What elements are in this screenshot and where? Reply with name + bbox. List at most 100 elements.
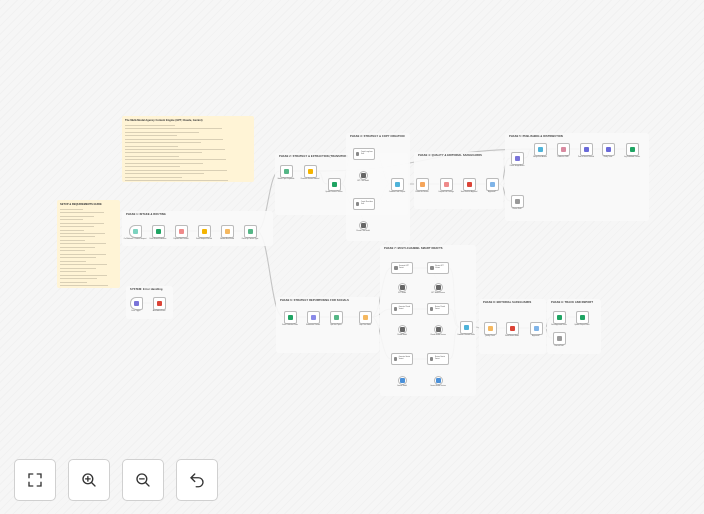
node-s3[interactable] [397,324,407,334]
node-label: Claude Chat Model [356,231,370,232]
workflow-canvas[interactable]: PHASE 1: INTAKE & ROUTING PHASE 2: STRATE… [0,0,704,514]
node-n3[interactable] [174,224,188,238]
node-n17[interactable] [462,177,476,191]
sheets-icon [331,181,337,187]
sticky-line [125,138,224,140]
node-n2[interactable] [151,224,165,238]
group-title: PHASE 8: EDITORIAL SAFEGUARDS [483,301,532,304]
node-s4[interactable] [433,324,443,334]
node-n23[interactable] [579,142,593,156]
edit-icon [514,198,520,204]
node-label: Log Published Content [623,157,641,158]
node-p3[interactable] [329,310,343,324]
node-n4[interactable] [197,224,211,238]
node-q3[interactable] [529,321,543,335]
sticky-line [125,124,176,126]
node-label: Claude Model Review [430,335,446,336]
node-n6[interactable] [243,224,257,238]
node-n5[interactable] [220,224,234,238]
sticky-note[interactable]: The Multi-Modal Agency Content Engine (G… [122,116,254,182]
sticky-line [125,166,181,168]
sheets-icon [629,146,635,152]
node-p4[interactable] [358,310,372,324]
http-icon [583,146,589,152]
node-s6[interactable] [433,375,443,385]
group-title: PHASE 2: STRATEGY & EXTRACTION (TRANSITI… [279,155,349,158]
sticky-title: SETUP & REQUIREMENTS GUIDE [60,203,102,206]
node-label: GPT Model Review [431,293,445,294]
zoom-in-button[interactable] [68,459,110,501]
node-a1[interactable]: Generate GPT Variant [391,262,413,274]
sticky-line [60,232,106,234]
node-a4[interactable]: Review Claude Variant [427,303,449,315]
sticky-title: The Multi-Modal Agency Content Engine (G… [125,119,203,122]
node-n22[interactable] [556,142,570,156]
reset-zoom-button[interactable] [176,459,218,501]
loop-icon [362,314,368,320]
node-n12[interactable]: Create Short-form Draft [353,198,375,210]
node-m1[interactable] [459,320,473,334]
node-s5[interactable] [397,375,407,385]
node-n21[interactable] [533,142,547,156]
node-n10[interactable]: Create Long-form Draft [353,148,375,160]
node-n15[interactable] [415,177,429,191]
group-title: PHASE 5: PUBLISHING & DISTRIBUTION [509,135,563,138]
node-title: Review GPT Variant [435,266,444,269]
sticky-line [125,162,204,164]
sticky-note[interactable]: SETUP & REQUIREMENTS GUIDE [57,200,120,288]
node-s2[interactable] [433,282,443,292]
node-n13[interactable] [358,220,368,230]
fullscreen-icon [28,473,42,487]
agent-icon [394,266,398,270]
node-title: Create Short-form Draft [360,202,373,205]
node-n9[interactable] [327,177,341,191]
node-title: Generate Claude Variant [398,307,411,310]
sticky-line [60,222,105,224]
node-s1[interactable] [397,282,407,292]
if-icon [489,181,495,187]
node-q2[interactable] [505,321,519,335]
node-label: Research Source Material [300,179,320,180]
node-t3[interactable] [552,331,566,345]
node-t1[interactable] [552,310,566,324]
if-icon [533,325,539,331]
node-label: Gemini Model [397,386,407,387]
node-n16[interactable] [439,177,453,191]
node-e1[interactable] [129,296,143,310]
node-e2[interactable] [152,296,166,310]
sticky-line [60,260,86,262]
node-a3[interactable]: Generate Claude Variant [391,303,413,315]
node-t2[interactable] [575,310,589,324]
noop-icon [556,335,562,341]
node-n11[interactable] [358,170,368,180]
node-n18[interactable] [485,177,499,191]
fit-view-button[interactable] [14,459,56,501]
openai-icon [360,172,366,178]
agent-icon [356,152,360,156]
node-a6[interactable]: Review Gemini Variant [427,353,449,365]
node-n24[interactable] [601,142,615,156]
node-a2[interactable]: Review GPT Variant [427,262,449,274]
node-n25[interactable] [625,142,639,156]
node-n8[interactable] [303,164,317,178]
node-p2[interactable] [306,310,320,324]
agent-icon [356,202,360,206]
agent-icon [394,307,398,311]
node-n19[interactable] [510,151,524,165]
node-n1[interactable] [128,224,142,238]
node-n7[interactable] [279,164,293,178]
sticky-line [60,239,85,241]
node-label: Discard Draft [554,346,564,347]
gemini-icon [399,377,405,383]
node-label: Update Report Sheet [574,325,590,326]
group-title: PHASE 4: QUALITY & EDITORIAL SAFEGUARDS [418,154,482,157]
node-label: Update Content Tracker [325,192,343,193]
node-label: Loop Over Items [359,325,371,326]
node-q1[interactable] [483,321,497,335]
node-n14[interactable] [390,177,404,191]
node-a5[interactable]: Generate Gemini Variant [391,353,413,365]
group-title: PHASE 3: STRATEGY & COPY CREATION [350,135,405,138]
node-p1[interactable] [283,310,297,324]
node-n20[interactable] [510,194,524,208]
zoom-out-button[interactable] [122,459,164,501]
